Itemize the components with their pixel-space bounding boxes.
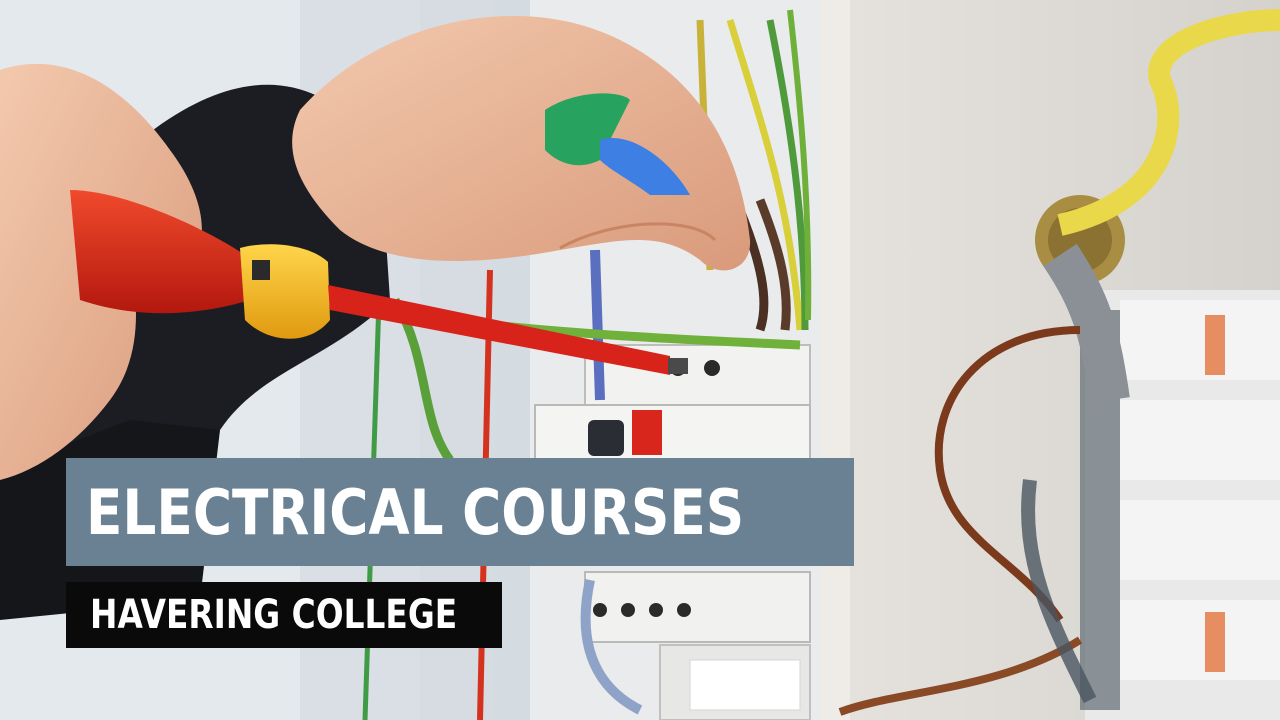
- title-banner: ELECTRICAL COURSES: [66, 458, 854, 566]
- title-text: ELECTRICAL COURSES: [86, 475, 745, 549]
- subtitle-text: HAVERING COLLEGE: [90, 592, 458, 638]
- thumbnail: ELECTRICAL COURSES HAVERING COLLEGE: [0, 0, 1280, 720]
- subtitle-banner: HAVERING COLLEGE: [66, 582, 502, 648]
